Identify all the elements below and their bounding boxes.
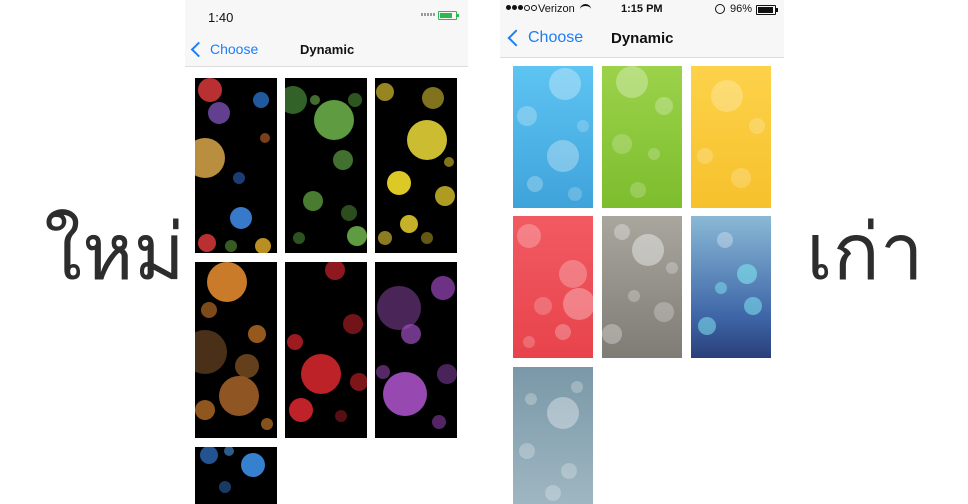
navigation-bar: Choose Dynamic [500, 20, 784, 58]
old-phone-screen: Verizon 1:15 PM 96% Choose Dynamic [500, 0, 784, 504]
wallpaper-tile[interactable] [602, 66, 682, 208]
carrier-name: Verizon [538, 3, 575, 15]
wallpaper-tile[interactable] [195, 262, 277, 438]
wallpaper-tile[interactable] [513, 66, 593, 208]
status-time: 1:15 PM [621, 3, 663, 15]
rotation-lock-icon [715, 4, 725, 14]
back-button[interactable]: Choose [190, 41, 259, 57]
wallpaper-tile[interactable] [375, 78, 457, 253]
page-title: Dynamic [611, 30, 674, 47]
status-time: 1:40 [208, 10, 234, 25]
status-bar: Verizon 1:15 PM 96% [500, 0, 784, 20]
wallpaper-tile[interactable] [285, 78, 367, 253]
wallpaper-tile[interactable] [513, 216, 593, 358]
new-phone-screen: 1:40 Choose Dynamic [185, 0, 468, 504]
wallpaper-tile[interactable] [691, 216, 771, 358]
back-button-label: Choose [528, 29, 584, 46]
wallpaper-tile[interactable] [285, 262, 367, 438]
wifi-icon [580, 4, 591, 14]
wallpaper-tile[interactable] [375, 262, 457, 438]
label-new: ใหม่ [44, 208, 185, 298]
page-title: Dynamic [300, 42, 355, 57]
battery-icon [756, 5, 778, 15]
back-button[interactable]: Choose [507, 29, 584, 47]
battery-charging-icon [438, 11, 459, 20]
back-button-label: Choose [210, 41, 259, 57]
wallpaper-tile[interactable] [513, 367, 593, 504]
chevron-left-icon [507, 29, 525, 47]
battery-percent: 96% [730, 3, 753, 15]
chevron-left-icon [190, 41, 207, 57]
status-bar: 1:40 [185, 0, 468, 28]
navigation-bar: Choose Dynamic [185, 28, 468, 67]
wallpaper-tile[interactable] [195, 78, 277, 253]
wallpaper-tile[interactable] [602, 216, 682, 358]
signal-dots-icon [421, 13, 435, 16]
label-old: เก่า [806, 208, 924, 298]
wallpaper-tile[interactable] [691, 66, 771, 208]
wallpaper-tile[interactable] [195, 447, 277, 504]
signal-strength-icon [506, 5, 537, 11]
